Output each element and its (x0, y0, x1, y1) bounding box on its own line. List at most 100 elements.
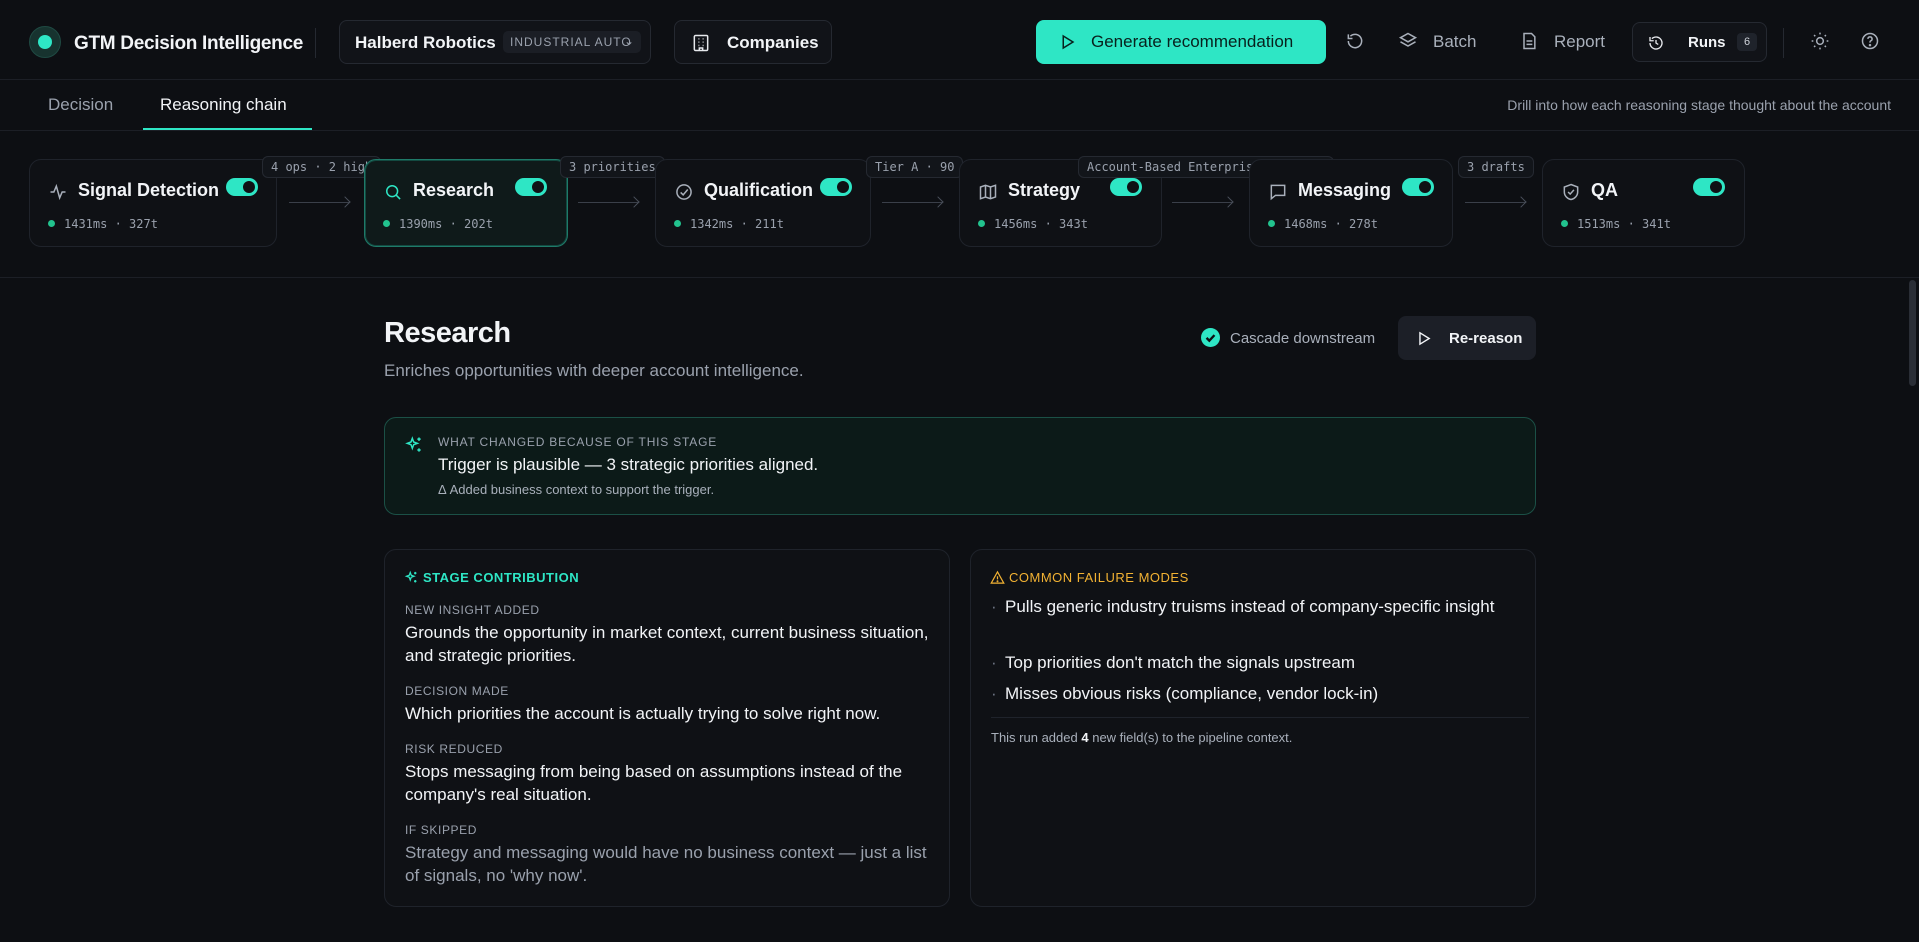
runs-button[interactable]: Runs 6 (1632, 22, 1767, 62)
stage-toggle[interactable] (1110, 178, 1142, 196)
edge-label: Tier A · 90 (866, 156, 964, 178)
stage-toggle[interactable] (820, 178, 852, 196)
field-value: Stops messaging from being based on assu… (405, 762, 903, 804)
tab-reasoning-chain[interactable]: Reasoning chain (160, 95, 287, 115)
sun-icon[interactable] (1810, 31, 1830, 51)
view-tabs: Decision Reasoning chain Drill into how … (0, 81, 1919, 131)
stage-toggle[interactable] (226, 178, 258, 196)
generate-label: Generate recommendation (1091, 32, 1294, 51)
edge-label: 3 drafts (1458, 156, 1534, 178)
top-bar: GTM Decision Intelligence Halberd Roboti… (0, 4, 1919, 80)
chevron-down-icon: ⌄ (623, 34, 635, 48)
building-icon (693, 34, 709, 52)
map-icon (979, 184, 997, 200)
stage-name: Signal Detection (78, 180, 220, 200)
scrollbar[interactable] (1909, 280, 1916, 386)
history-icon (1649, 36, 1663, 50)
stage-meta: 1513ms · 341t (1561, 217, 1671, 231)
report-button[interactable]: Report (1554, 32, 1605, 52)
re-reason-label: Re-reason (1449, 330, 1523, 347)
failure-modes-card: COMMON FAILURE MODES Pulls generic indus… (970, 549, 1536, 907)
stage-meta: 1342ms · 211t (674, 217, 784, 231)
what-changed-kicker: WHAT CHANGED BECAUSE OF THIS STAGE (438, 435, 718, 449)
what-changed-panel: WHAT CHANGED BECAUSE OF THIS STAGE Trigg… (384, 417, 1536, 515)
field-value: Grounds the opportunity in market contex… (405, 623, 929, 665)
message-icon (1270, 184, 1286, 201)
failure-item: Misses obvious risks (compliance, vendor… (991, 682, 1511, 706)
stage-qa[interactable]: QA 1513ms · 341t (1542, 159, 1745, 247)
edge-label: 3 priorities (560, 156, 665, 178)
page-subtitle: Enriches opportunities with deeper accou… (384, 361, 804, 380)
company-name: Halberd Robotics (355, 33, 496, 52)
stage-name: Research (413, 180, 495, 200)
search-icon (386, 185, 401, 200)
generate-recommendation-button[interactable]: Generate recommendation (1036, 20, 1326, 64)
field-value: Which priorities the account is actually… (405, 704, 881, 723)
sparkles-icon (405, 436, 421, 452)
reasoning-pipeline: Signal Detection 1431ms · 327t 4 ops · 2… (0, 132, 1919, 278)
failure-item: Top priorities don't match the signals u… (991, 651, 1511, 675)
stage-name: Qualification (704, 180, 814, 200)
edge-connector (882, 202, 942, 203)
stage-name: Strategy (1008, 180, 1081, 200)
play-icon (1062, 34, 1075, 50)
check-icon (1201, 328, 1220, 347)
stage-toggle[interactable] (1693, 178, 1725, 196)
app-title: GTM Decision Intelligence (74, 33, 303, 54)
edge-connector (1465, 202, 1525, 203)
divider (991, 717, 1529, 718)
divider (315, 28, 316, 58)
stage-signal-detection[interactable]: Signal Detection 1431ms · 327t (29, 159, 277, 247)
document-icon[interactable] (1519, 31, 1539, 51)
shield-check-icon (1563, 183, 1579, 201)
warning-icon (990, 570, 1005, 584)
what-changed-headline: Trigger is plausible — 3 strategic prior… (438, 455, 819, 474)
field-label: DECISION MADE (405, 684, 509, 698)
stage-name: Messaging (1298, 180, 1392, 200)
stage-meta: 1431ms · 327t (48, 217, 158, 231)
stage-meta: 1390ms · 202t (383, 217, 493, 231)
field-label: IF SKIPPED (405, 823, 478, 837)
field-label: RISK REDUCED (405, 742, 503, 756)
activity-icon (50, 183, 66, 201)
stage-toggle[interactable] (515, 178, 547, 196)
help-icon[interactable] (1860, 31, 1880, 51)
stage-qualification[interactable]: Qualification 1342ms · 211t (655, 159, 871, 247)
batch-button[interactable]: Batch (1433, 32, 1476, 52)
edge-connector (578, 202, 638, 203)
companies-button[interactable]: Companies (674, 20, 832, 64)
stage-messaging[interactable]: Messaging 1468ms · 278t (1249, 159, 1453, 247)
company-industry-tag: INDUSTRIAL AUTO ⌄ (503, 31, 641, 53)
refresh-icon[interactable] (1345, 31, 1365, 51)
active-tab-indicator (143, 128, 312, 130)
page-title: Research (384, 317, 511, 349)
runs-label: Runs (1688, 34, 1726, 51)
check-circle-icon (676, 184, 692, 200)
stage-research[interactable]: Research 1390ms · 202t (364, 159, 568, 247)
company-selector[interactable]: Halberd Robotics INDUSTRIAL AUTO ⌄ (339, 20, 651, 64)
layers-icon[interactable] (1398, 31, 1418, 51)
play-icon (1419, 331, 1431, 346)
edge-connector (289, 202, 349, 203)
field-label: NEW INSIGHT ADDED (405, 603, 540, 617)
companies-label: Companies (727, 33, 819, 52)
edge-connector (1172, 202, 1232, 203)
failure-item: Pulls generic industry truisms instead o… (991, 595, 1511, 619)
divider (1783, 28, 1784, 58)
what-changed-delta: Δ Added business context to support the … (438, 482, 715, 497)
card-heading: COMMON FAILURE MODES (1009, 570, 1189, 585)
tab-decision[interactable]: Decision (48, 95, 113, 115)
field-value: Strategy and messaging would have no bus… (405, 843, 927, 885)
stage-name: QA (1591, 180, 1618, 200)
re-reason-button[interactable]: Re-reason (1398, 316, 1536, 360)
runs-count-badge: 6 (1737, 33, 1757, 51)
stage-toggle[interactable] (1402, 178, 1434, 196)
stage-meta: 1468ms · 278t (1268, 217, 1378, 231)
card-heading: STAGE CONTRIBUTION (423, 570, 580, 585)
cascade-label: Cascade downstream (1230, 330, 1376, 347)
app-logo (29, 26, 61, 58)
sparkles-icon (404, 570, 417, 583)
stage-meta: 1456ms · 343t (978, 217, 1088, 231)
stage-contribution-card: STAGE CONTRIBUTION NEW INSIGHT ADDED Gro… (384, 549, 950, 907)
tab-hint: Drill into how each reasoning stage thou… (1507, 97, 1891, 113)
